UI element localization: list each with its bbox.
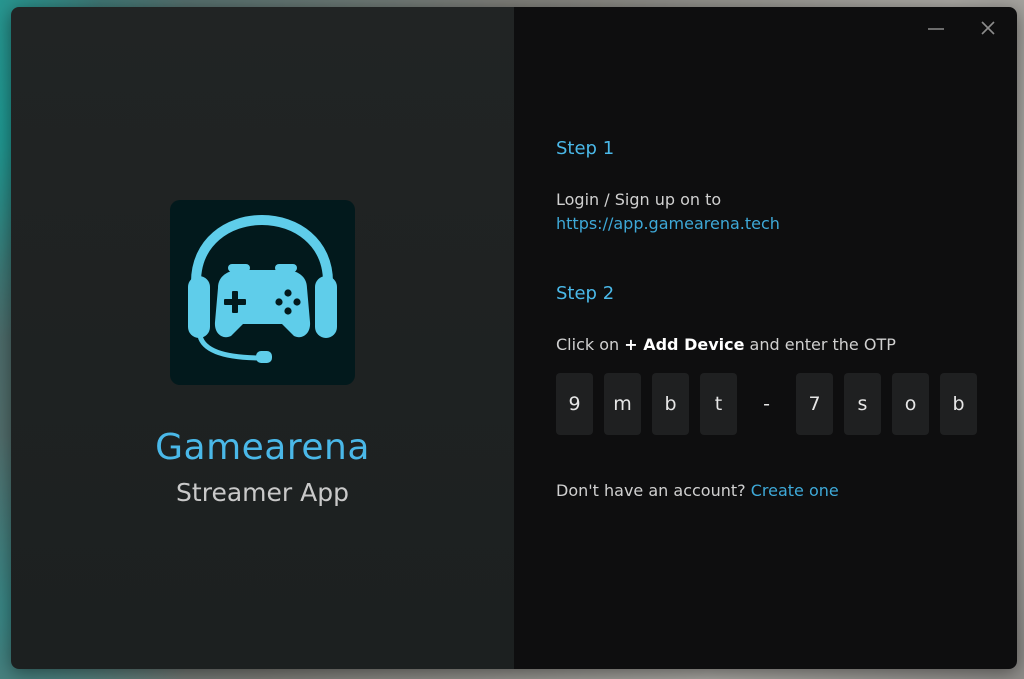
brand-subtitle: Streamer App [176,478,349,507]
otp-digit-4: t [700,373,737,435]
window-controls [925,17,999,39]
brand-panel: Gamearena Streamer App [11,7,514,669]
step2-suffix: and enter the OTP [749,335,896,354]
gamearena-app-link[interactable]: https://app.gamearena.tech [556,214,780,233]
step1-heading: Step 1 [556,138,615,159]
brand-title: Gamearena [155,427,370,468]
app-window: Gamearena Streamer App Step 1 Login / Si… [11,7,1017,669]
otp-separator: - [763,393,770,415]
otp-digit-3: b [652,373,689,435]
otp-digit-5: 7 [796,373,833,435]
otp-code: 9 m b t - 7 s o b [556,373,977,435]
signup-question: Don't have an account? [556,481,746,500]
otp-digit-6: s [844,373,881,435]
signup-prompt: Don't have an account? Create one [556,481,839,500]
step2-text: Click on + Add Device and enter the OTP [556,335,896,354]
otp-digit-8: b [940,373,977,435]
otp-digit-2: m [604,373,641,435]
instructions-panel: Step 1 Login / Sign up on to https://app… [514,7,1017,669]
close-button[interactable] [977,17,999,39]
step2-prefix: Click on [556,335,620,354]
app-logo [170,200,355,385]
minimize-button[interactable] [925,17,947,39]
step2-heading: Step 2 [556,283,615,304]
create-account-link[interactable]: Create one [751,481,839,500]
otp-digit-1: 9 [556,373,593,435]
add-device-label: + Add Device [624,335,745,354]
gamepad-headset-icon [188,214,337,363]
otp-digit-7: o [892,373,929,435]
step1-text: Login / Sign up on to [556,190,722,209]
close-icon [981,21,995,35]
minus-icon [928,28,944,30]
